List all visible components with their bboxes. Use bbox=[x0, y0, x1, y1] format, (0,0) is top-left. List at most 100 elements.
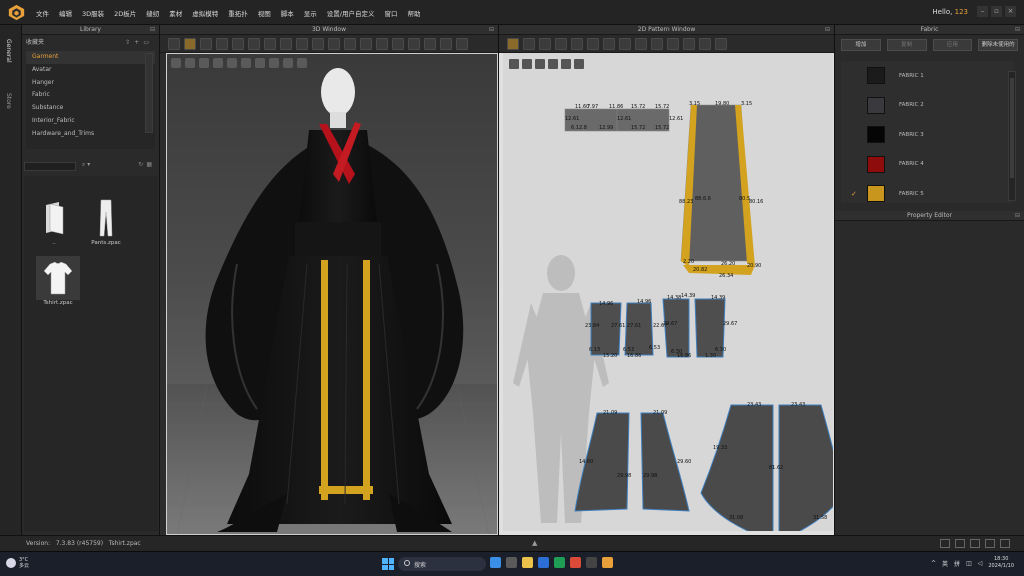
taskbar-search[interactable]: 搜索 bbox=[398, 557, 486, 571]
tshirt-preset-icon[interactable] bbox=[715, 37, 727, 50]
show-2d-icon[interactable] bbox=[509, 59, 519, 69]
copy-fabric-button[interactable]: 复制 bbox=[886, 39, 927, 51]
arrange-icon[interactable] bbox=[296, 37, 308, 50]
windows-start-icon[interactable] bbox=[382, 558, 394, 570]
display-skin-icon[interactable] bbox=[255, 58, 265, 68]
select-mesh-icon[interactable] bbox=[184, 37, 196, 50]
fold-icon[interactable] bbox=[200, 37, 212, 50]
expand-up-icon[interactable]: ▲ bbox=[532, 539, 537, 547]
pin-icon[interactable]: ⊟ bbox=[825, 25, 830, 35]
transform-pattern-icon[interactable] bbox=[507, 37, 519, 50]
chrome-icon[interactable] bbox=[570, 557, 581, 568]
display-light-icon[interactable] bbox=[227, 58, 237, 68]
restore-icon[interactable]: ▫ bbox=[991, 6, 1002, 17]
show-seam-icon[interactable] bbox=[574, 59, 584, 69]
trace-icon[interactable] bbox=[635, 37, 647, 50]
close-icon[interactable]: × bbox=[1005, 6, 1016, 17]
tab-general[interactable]: General bbox=[5, 39, 12, 63]
photoshop-icon[interactable] bbox=[554, 557, 565, 568]
remove-icon[interactable]: ▭ bbox=[143, 39, 153, 46]
tray-expand-icon[interactable]: ^ bbox=[931, 560, 936, 567]
fabric-item[interactable]: ✓ FABRIC 5 bbox=[841, 179, 1013, 203]
tree-item-fabric[interactable]: Fabric bbox=[26, 89, 155, 102]
pin-icon[interactable]: ⊟ bbox=[1015, 25, 1020, 35]
show-avatar-icon[interactable] bbox=[548, 59, 558, 69]
app-logo-icon[interactable] bbox=[8, 4, 25, 21]
ellipse-icon[interactable] bbox=[587, 37, 599, 50]
menu-window[interactable]: 窗口 bbox=[384, 8, 397, 18]
tab-store[interactable]: Store bbox=[5, 93, 12, 109]
pattern-canvas[interactable]: 11.60 7.97 11.86 15.72 15.72 12.61 12.61… bbox=[503, 53, 833, 531]
clo3d-icon[interactable] bbox=[602, 557, 613, 568]
layout-2d-icon[interactable] bbox=[955, 539, 965, 548]
display-avatar-icon[interactable] bbox=[213, 58, 223, 68]
symmetry-icon[interactable] bbox=[312, 37, 324, 50]
apply-fabric-button[interactable]: 应用 bbox=[932, 39, 973, 51]
menu-sewing[interactable]: 缝纫 bbox=[146, 8, 159, 18]
polygon-icon[interactable] bbox=[555, 37, 567, 50]
library-search-input[interactable] bbox=[24, 162, 76, 171]
layout-full-icon[interactable] bbox=[1000, 539, 1010, 548]
topstitch-icon[interactable] bbox=[360, 37, 372, 50]
display-color-icon[interactable] bbox=[199, 58, 209, 68]
style-line-icon[interactable] bbox=[280, 37, 292, 50]
avatar-tool-icon[interactable] bbox=[440, 37, 452, 50]
edit-curvature-icon[interactable] bbox=[539, 37, 551, 50]
display-camera-icon[interactable] bbox=[241, 58, 251, 68]
menu-script[interactable]: 脚本 bbox=[281, 8, 294, 18]
search-icon[interactable]: ⌕ ▾ bbox=[82, 161, 90, 169]
greeting[interactable]: Hello, 123 bbox=[932, 8, 968, 16]
menu-file[interactable]: 文件 bbox=[36, 8, 49, 18]
edge-icon[interactable] bbox=[538, 557, 549, 568]
network-icon[interactable]: ◫ bbox=[966, 560, 972, 567]
fabric-item[interactable]: FABRIC 4 bbox=[841, 150, 1013, 180]
rectangle-icon[interactable] bbox=[571, 37, 583, 50]
volume-icon[interactable]: ◁ bbox=[978, 560, 983, 567]
check-sewing-icon[interactable] bbox=[699, 37, 711, 50]
tree-scrollbar[interactable] bbox=[145, 53, 153, 133]
fabric-scrollbar[interactable] bbox=[1008, 71, 1016, 201]
pin-icon[interactable]: ⊟ bbox=[150, 25, 155, 35]
menu-3d-garment[interactable]: 3D服装 bbox=[82, 8, 104, 18]
browser-icon[interactable] bbox=[490, 557, 501, 568]
zipper-icon[interactable] bbox=[376, 37, 388, 50]
delete-unused-button[interactable]: 删除未使用的 bbox=[978, 39, 1018, 51]
edit-pattern-icon[interactable] bbox=[523, 37, 535, 50]
pin-icon[interactable]: ⊟ bbox=[1015, 211, 1020, 221]
ime-language[interactable]: 英 bbox=[942, 559, 948, 568]
show-texture-icon[interactable] bbox=[522, 59, 532, 69]
pin-icon[interactable]: ⊟ bbox=[489, 25, 494, 35]
weather-widget[interactable]: 3°C 多云 bbox=[6, 557, 29, 569]
show-grain-icon[interactable] bbox=[535, 59, 545, 69]
menu-2d-pattern[interactable]: 2D板片 bbox=[114, 8, 136, 18]
grid-view-icon[interactable]: ▦ bbox=[146, 161, 155, 168]
pin-tool-icon[interactable] bbox=[232, 37, 244, 50]
menu-display[interactable]: 显示 bbox=[304, 8, 317, 18]
trim-icon[interactable] bbox=[408, 37, 420, 50]
tape-icon[interactable] bbox=[248, 37, 260, 50]
display-texture-icon[interactable] bbox=[185, 58, 195, 68]
fold-arrangement-icon[interactable] bbox=[651, 37, 663, 50]
menu-avatar[interactable]: 虚拟模特 bbox=[192, 8, 218, 18]
pattern-piece-lower-right[interactable] bbox=[700, 404, 833, 531]
brush-icon[interactable] bbox=[216, 37, 228, 50]
task-view-icon[interactable] bbox=[506, 557, 517, 568]
show-layer-icon[interactable] bbox=[561, 59, 571, 69]
sticky-icon[interactable] bbox=[424, 37, 436, 50]
measure-icon[interactable] bbox=[264, 37, 276, 50]
free-sewing-icon[interactable] bbox=[683, 37, 695, 50]
segment-sewing-icon[interactable] bbox=[667, 37, 679, 50]
clock[interactable]: 18:30 2024/1/10 bbox=[988, 556, 1014, 570]
file-item-tshirt[interactable]: Tshirt.zpac bbox=[36, 256, 80, 306]
menu-settings[interactable]: 设置/用户自定义 bbox=[327, 8, 375, 18]
file-explorer-icon[interactable] bbox=[522, 557, 533, 568]
display-screenshot-icon[interactable] bbox=[297, 58, 307, 68]
file-item-parent-folder[interactable]: .. bbox=[32, 196, 76, 246]
dart-icon[interactable] bbox=[619, 37, 631, 50]
tree-item-garment[interactable]: Garment bbox=[26, 51, 155, 64]
tree-item-interior-fabric[interactable]: Interior_Fabric bbox=[26, 115, 155, 128]
display-face-icon[interactable] bbox=[269, 58, 279, 68]
render-icon[interactable] bbox=[456, 37, 468, 50]
file-item-pants[interactable]: Pants.zpac bbox=[84, 196, 128, 246]
scroll-thumb[interactable] bbox=[1010, 78, 1014, 178]
